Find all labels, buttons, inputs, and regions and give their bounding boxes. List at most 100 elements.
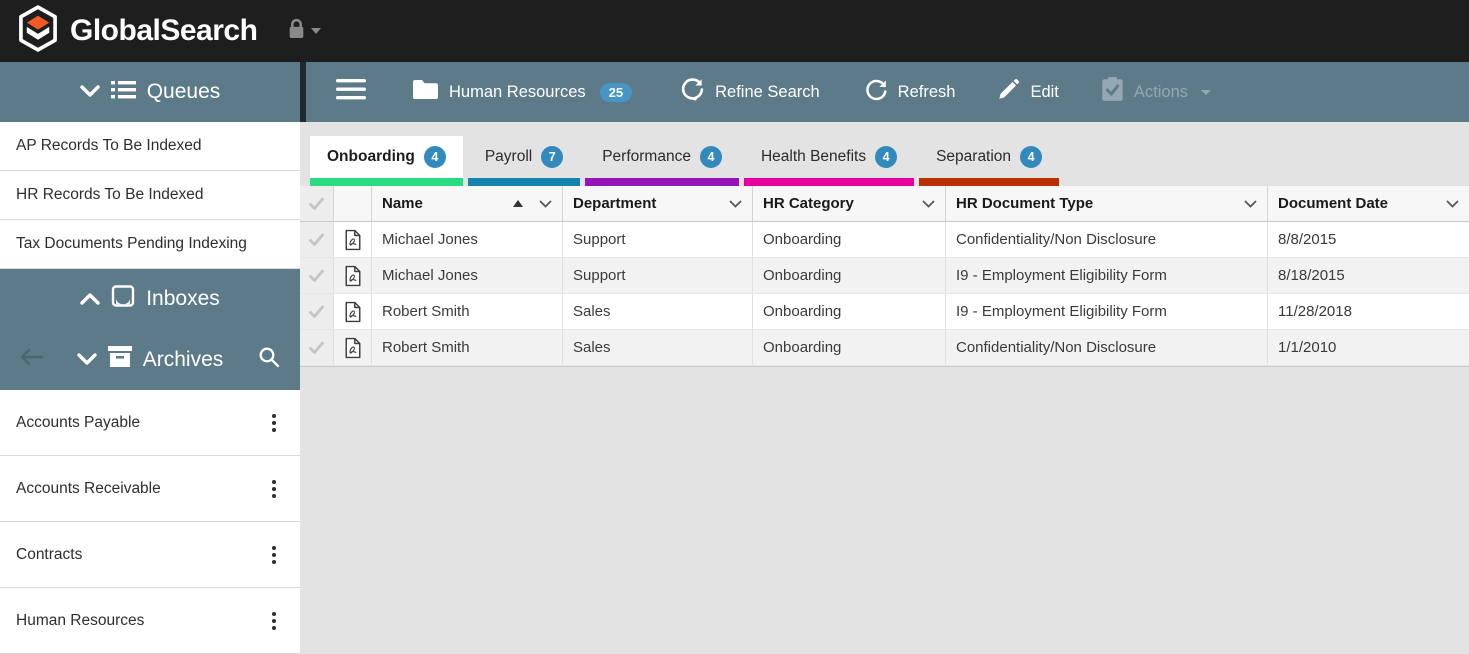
row-checkbox[interactable] bbox=[300, 258, 334, 293]
tab-onboarding[interactable]: Onboarding4 bbox=[310, 136, 463, 186]
folder-icon bbox=[412, 79, 439, 105]
menu-button[interactable] bbox=[336, 79, 366, 105]
kebab-menu-icon[interactable] bbox=[264, 540, 284, 570]
current-archive[interactable]: Human Resources 25 bbox=[412, 79, 632, 105]
column-header-hr-document-type[interactable]: HR Document Type bbox=[946, 186, 1268, 221]
search-icon[interactable] bbox=[258, 346, 280, 374]
sidebar: Queues AP Records To Be Indexed HR Record… bbox=[0, 62, 300, 654]
lock-caret-icon bbox=[311, 28, 321, 34]
refine-search-label: Refine Search bbox=[715, 83, 820, 102]
archives-section-title: Archives bbox=[143, 348, 224, 372]
tab-strip: Onboarding4Payroll7 Performance 4 Health Be… bbox=[300, 122, 1469, 186]
cell-department: Support bbox=[563, 222, 753, 257]
archive-item[interactable]: Human Resources bbox=[0, 588, 300, 654]
toolbar: Human Resources 25 Refine Search bbox=[300, 62, 1469, 122]
refresh-label: Refresh bbox=[898, 83, 956, 102]
chevron-down-icon bbox=[77, 348, 97, 372]
results-grid: Name Department HR Category HR Document … bbox=[300, 186, 1469, 367]
column-menu-icon bbox=[729, 200, 742, 208]
pdf-file-icon[interactable] bbox=[334, 222, 372, 257]
cell-hr-document-type: Confidentiality/Non Disclosure bbox=[946, 222, 1268, 257]
row-checkbox[interactable] bbox=[300, 330, 334, 365]
tab-color-bar bbox=[585, 178, 739, 186]
actions-caret-icon bbox=[1201, 90, 1211, 95]
pdf-file-icon[interactable] bbox=[334, 330, 372, 365]
refresh-button[interactable]: Refresh bbox=[864, 78, 956, 107]
cell-department: Sales bbox=[563, 294, 753, 329]
table-row[interactable]: Robert SmithSalesOnboardingConfidentiali… bbox=[300, 330, 1469, 366]
column-menu-icon bbox=[539, 200, 552, 208]
cell-hr-document-type: Confidentiality/Non Disclosure bbox=[946, 330, 1268, 365]
column-header-name[interactable]: Name bbox=[372, 186, 563, 221]
pdf-file-icon[interactable] bbox=[334, 258, 372, 293]
archives-section-header[interactable]: Archives bbox=[0, 329, 300, 390]
cell-name: Michael Jones bbox=[372, 222, 563, 257]
pencil-icon bbox=[997, 78, 1020, 106]
queue-item-label: AP Records To Be Indexed bbox=[16, 137, 202, 155]
archive-item[interactable]: Accounts Receivable bbox=[0, 456, 300, 522]
doc-type-column-header bbox=[334, 186, 372, 221]
row-checkbox[interactable] bbox=[300, 222, 334, 257]
column-header-department[interactable]: Department bbox=[563, 186, 753, 221]
tab-separation[interactable]: Separation4 bbox=[919, 136, 1059, 186]
edit-button[interactable]: Edit bbox=[997, 78, 1058, 106]
cell-name: Robert Smith bbox=[372, 330, 563, 365]
table-row[interactable]: Michael JonesSupportOnboardingI9 - Emplo… bbox=[300, 258, 1469, 294]
tab-color-bar bbox=[919, 178, 1059, 186]
column-menu-icon bbox=[922, 200, 935, 208]
main-content: Human Resources 25 Refine Search bbox=[300, 62, 1469, 654]
globalsearch-logo[interactable]: GlobalSearch bbox=[16, 5, 257, 57]
chevron-up-icon bbox=[80, 287, 100, 311]
table-row[interactable]: Robert SmithSalesOnboardingI9 - Employme… bbox=[300, 294, 1469, 330]
cell-hr-category: Onboarding bbox=[753, 222, 946, 257]
tab-payroll[interactable]: Payroll7 bbox=[468, 136, 580, 186]
column-menu-icon bbox=[1446, 200, 1459, 208]
queue-item[interactable]: Tax Documents Pending Indexing bbox=[0, 220, 300, 269]
cell-name: Robert Smith bbox=[372, 294, 563, 329]
archive-item-label: Accounts Receivable bbox=[16, 480, 161, 498]
column-menu-icon bbox=[1244, 200, 1257, 208]
back-arrow-icon[interactable] bbox=[18, 348, 44, 372]
kebab-menu-icon[interactable] bbox=[264, 474, 284, 504]
sort-asc-icon bbox=[513, 200, 523, 207]
tab-label: Performance bbox=[602, 148, 691, 166]
select-all-checkbox[interactable] bbox=[300, 186, 334, 221]
grid-rows: Michael JonesSupportOnboardingConfidenti… bbox=[300, 222, 1469, 367]
brand-title: GlobalSearch bbox=[70, 14, 257, 48]
refine-search-icon bbox=[680, 77, 705, 107]
kebab-menu-icon[interactable] bbox=[264, 606, 284, 636]
archive-item-label: Contracts bbox=[16, 546, 82, 564]
inboxes-section-title: Inboxes bbox=[146, 287, 220, 311]
refresh-icon bbox=[864, 78, 888, 107]
column-header-document-date[interactable]: Document Date bbox=[1268, 186, 1469, 221]
cell-hr-document-type: I9 - Employment Eligibility Form bbox=[946, 294, 1268, 329]
pdf-file-icon[interactable] bbox=[334, 294, 372, 329]
tab-health-benefits[interactable]: Health Benefits4 bbox=[744, 136, 914, 186]
cell-hr-category: Onboarding bbox=[753, 294, 946, 329]
archive-item[interactable]: Accounts Payable bbox=[0, 390, 300, 456]
queues-section-header[interactable]: Queues bbox=[0, 62, 300, 122]
cell-hr-document-type: I9 - Employment Eligibility Form bbox=[946, 258, 1268, 293]
queue-item[interactable]: AP Records To Be Indexed bbox=[0, 122, 300, 171]
edit-label: Edit bbox=[1030, 83, 1058, 102]
tab-color-bar bbox=[310, 178, 463, 186]
table-row[interactable]: Michael JonesSupportOnboardingConfidenti… bbox=[300, 222, 1469, 258]
row-checkbox[interactable] bbox=[300, 294, 334, 329]
kebab-menu-icon[interactable] bbox=[264, 408, 284, 438]
queue-item-label: Tax Documents Pending Indexing bbox=[16, 235, 247, 253]
queue-item[interactable]: HR Records To Be Indexed bbox=[0, 171, 300, 220]
inboxes-section-header[interactable]: Inboxes bbox=[0, 269, 300, 329]
tab-count-badge: 4 bbox=[700, 146, 722, 168]
actions-button[interactable]: Actions bbox=[1101, 77, 1211, 107]
refine-search-button[interactable]: Refine Search bbox=[680, 77, 820, 107]
top-bar: GlobalSearch bbox=[0, 0, 1469, 62]
inbox-icon bbox=[111, 285, 135, 313]
queue-item-label: HR Records To Be Indexed bbox=[16, 186, 204, 204]
tab-performance[interactable]: Performance 4 bbox=[585, 136, 739, 186]
cell-document-date: 1/1/2010 bbox=[1268, 330, 1469, 365]
lock-menu[interactable] bbox=[287, 18, 321, 44]
lock-icon bbox=[287, 18, 306, 44]
column-header-hr-category[interactable]: HR Category bbox=[753, 186, 946, 221]
archive-item[interactable]: Contracts bbox=[0, 522, 300, 588]
archive-item-label: Human Resources bbox=[16, 612, 144, 630]
